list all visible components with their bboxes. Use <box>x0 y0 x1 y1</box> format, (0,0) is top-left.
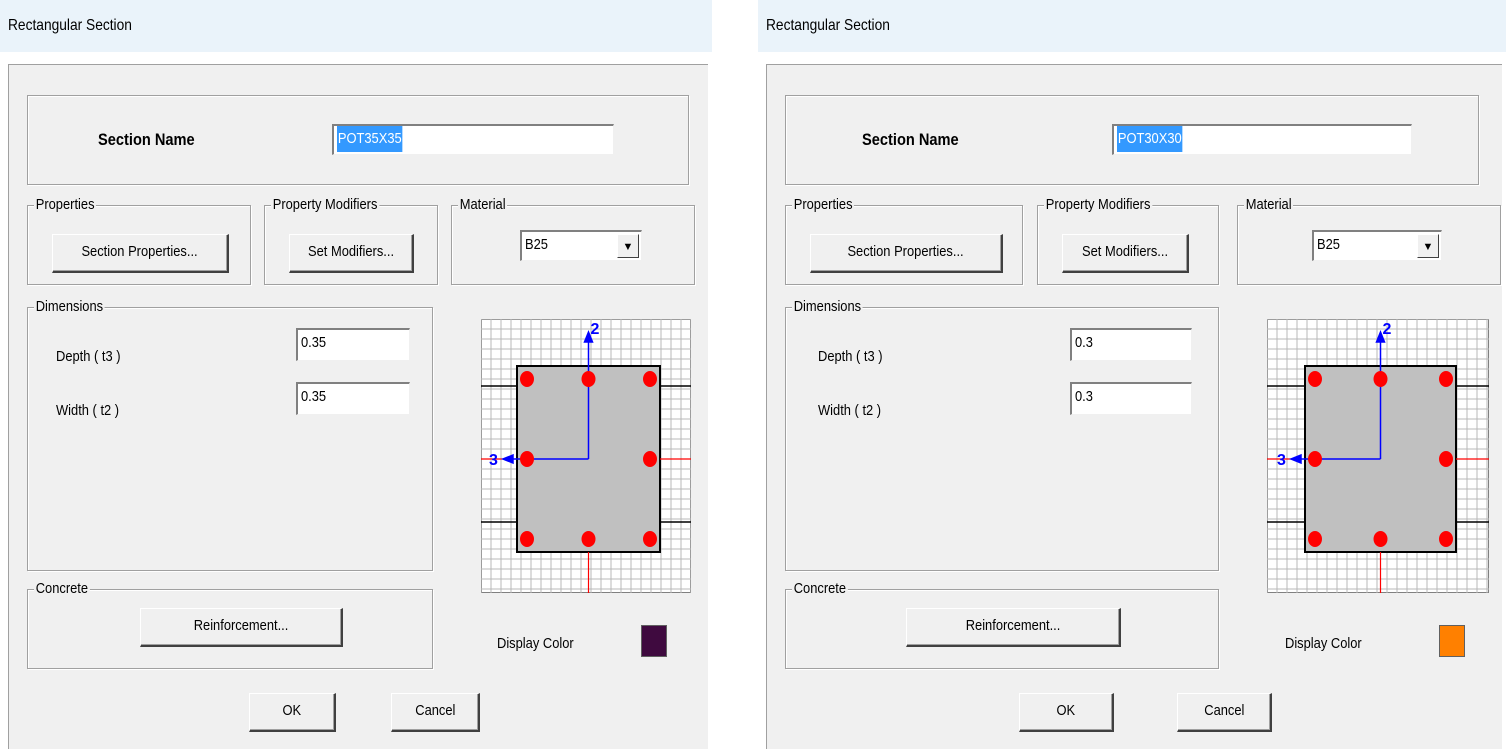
rebar-dot <box>643 531 657 547</box>
section-name-input[interactable]: POT30X30 <box>1112 124 1412 155</box>
display-color-swatch[interactable] <box>641 625 667 657</box>
dialog-title: Rectangular Section <box>8 17 132 34</box>
reinforcement-button[interactable]: Reinforcement... <box>906 608 1121 647</box>
rebar-dot <box>520 451 534 467</box>
rebar-dot <box>1439 451 1453 467</box>
properties-label: Properties <box>792 196 855 213</box>
rebar-dot <box>643 451 657 467</box>
property-modifiers-group: Property Modifiers Set Modifiers... <box>264 196 438 285</box>
width-label: Width ( t2 ) <box>818 402 882 419</box>
rebar-dot <box>1308 451 1322 467</box>
dimensions-label: Dimensions <box>792 298 863 315</box>
cancel-button[interactable]: Cancel <box>391 693 480 732</box>
dialog-body: Section Name POT35X35 Properties Section… <box>8 64 708 749</box>
depth-label: Depth ( t3 ) <box>818 348 883 365</box>
section-preview: 23 <box>481 319 691 593</box>
chevron-down-icon[interactable]: ▼ <box>1417 234 1439 258</box>
rebar-dot <box>581 371 596 387</box>
section-name-panel: Section Name POT30X30 <box>785 95 1479 185</box>
reinforcement-button[interactable]: Reinforcement... <box>140 608 343 647</box>
cancel-button[interactable]: Cancel <box>1177 693 1272 732</box>
ok-button[interactable]: OK <box>1019 693 1114 732</box>
set-modifiers-button[interactable]: Set Modifiers... <box>289 234 414 273</box>
ok-button[interactable]: OK <box>249 693 336 732</box>
rebar-dot <box>1373 371 1388 387</box>
properties-label: Properties <box>34 196 97 213</box>
concrete-group: Concrete Reinforcement... <box>785 580 1219 669</box>
concrete-label: Concrete <box>792 580 848 597</box>
section-preview: 23 <box>1267 319 1489 593</box>
width-input[interactable]: 0.3 <box>1070 382 1192 415</box>
material-label: Material <box>458 196 508 213</box>
display-color-label: Display Color <box>1285 635 1362 652</box>
rectangular-section-dialog-left: Rectangular Section Section Name POT35X3… <box>0 0 712 749</box>
set-modifiers-button[interactable]: Set Modifiers... <box>1062 234 1189 273</box>
depth-input[interactable]: 0.35 <box>296 328 410 361</box>
rebar-dot <box>643 371 657 387</box>
property-modifiers-label: Property Modifiers <box>271 196 380 213</box>
section-name-panel: Section Name POT35X35 <box>27 95 689 185</box>
dimensions-group: Dimensions Depth ( t3 ) 0.35 Width ( t2 … <box>27 298 433 571</box>
rebar-dot <box>1308 371 1322 387</box>
width-input[interactable]: 0.35 <box>296 382 410 415</box>
dialog-body: Section Name POT30X30 Properties Section… <box>766 64 1502 749</box>
material-label: Material <box>1244 196 1294 213</box>
rebar-dot <box>1439 371 1453 387</box>
dialog-title: Rectangular Section <box>766 17 890 34</box>
material-select[interactable]: B25 ▼ <box>1312 230 1442 261</box>
display-color-label: Display Color <box>497 635 574 652</box>
section-properties-button[interactable]: Section Properties... <box>810 234 1003 273</box>
rebar-dot <box>581 531 596 547</box>
title-bar: Rectangular Section <box>758 0 1506 52</box>
section-name-label: Section Name <box>862 130 959 149</box>
properties-group: Properties Section Properties... <box>785 196 1023 285</box>
axis-3-label: 3 <box>489 452 498 469</box>
properties-group: Properties Section Properties... <box>27 196 251 285</box>
axis-3-label: 3 <box>1277 452 1286 469</box>
axis-2-label: 2 <box>1383 321 1392 338</box>
property-modifiers-group: Property Modifiers Set Modifiers... <box>1037 196 1219 285</box>
concrete-label: Concrete <box>34 580 90 597</box>
rebar-dot <box>1439 531 1453 547</box>
rebar-dot <box>1308 531 1322 547</box>
dimensions-label: Dimensions <box>34 298 105 315</box>
section-properties-button[interactable]: Section Properties... <box>52 234 229 273</box>
depth-input[interactable]: 0.3 <box>1070 328 1192 361</box>
section-name-input[interactable]: POT35X35 <box>332 124 614 155</box>
concrete-group: Concrete Reinforcement... <box>27 580 433 669</box>
depth-label: Depth ( t3 ) <box>56 348 121 365</box>
axis-2-label: 2 <box>591 321 600 338</box>
rebar-dot <box>520 531 534 547</box>
property-modifiers-label: Property Modifiers <box>1044 196 1153 213</box>
section-name-label: Section Name <box>98 130 195 149</box>
display-color-swatch[interactable] <box>1439 625 1465 657</box>
material-select[interactable]: B25 ▼ <box>520 230 642 261</box>
title-bar: Rectangular Section <box>0 0 712 52</box>
dimensions-group: Dimensions Depth ( t3 ) 0.3 Width ( t2 )… <box>785 298 1219 571</box>
chevron-down-icon[interactable]: ▼ <box>617 234 639 258</box>
rebar-dot <box>520 371 534 387</box>
width-label: Width ( t2 ) <box>56 402 120 419</box>
material-group: Material B25 ▼ <box>1237 196 1501 285</box>
rectangular-section-dialog-right: Rectangular Section Section Name POT30X3… <box>758 0 1506 749</box>
material-group: Material B25 ▼ <box>451 196 695 285</box>
rebar-dot <box>1373 531 1388 547</box>
